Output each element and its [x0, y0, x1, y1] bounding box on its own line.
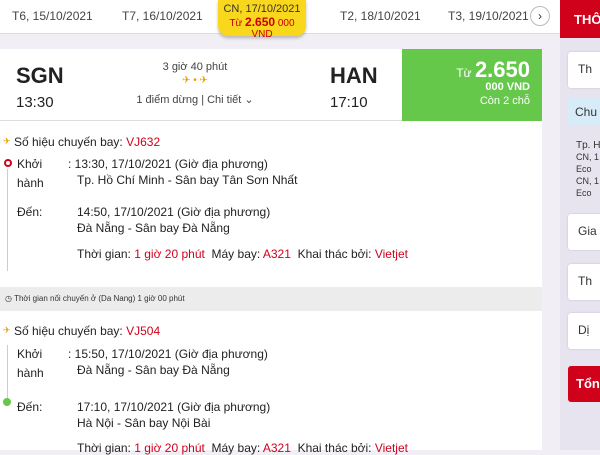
panel-section-title: Chu — [568, 98, 600, 126]
depart-marker-icon — [4, 159, 12, 167]
panel-total: Tổng — [568, 366, 600, 402]
flight-number-row: Số hiệu chuyến bay: VJ632 — [14, 135, 161, 149]
arrive-label: Đến: — [17, 205, 43, 219]
connection-info: ◷ Thời gian nối chuyến ở (Da Nang) 1 giờ… — [0, 287, 542, 311]
price-box[interactable]: Từ 2.650 000 VND Còn 2 chỗ — [402, 49, 542, 121]
panel-field[interactable]: Gia — [568, 214, 600, 250]
chevron-right-icon[interactable]: › — [530, 6, 550, 26]
flight-info-row: Thời gian: 1 giờ 20 phút Máy bay: A321 K… — [77, 441, 408, 455]
date-bar: T6, 15/10/2021 T7, 16/10/2021 T2, 18/10/… — [0, 0, 560, 40]
plane-icon: ✈ — [3, 325, 11, 335]
flight-detail: ✈ Số hiệu chuyến bay: VJ632 Khởi hành : … — [0, 121, 542, 455]
depart-place: Đà Nẵng - Sân bay Đà Nẵng — [77, 363, 230, 377]
depart-time: : 15:50, 17/10/2021 (Giờ địa phương) — [68, 347, 268, 361]
date-tab[interactable]: T2, 18/10/2021 — [340, 9, 421, 23]
timeline-line — [7, 345, 8, 401]
date-tab-selected[interactable]: CN, 17/10/2021 Từ 2.650 000 VND — [218, 0, 306, 40]
arrive-time: 17:10, 17/10/2021 (Giờ địa phương) — [77, 400, 271, 414]
price-value: 2.650 — [474, 57, 530, 82]
destination-code: HAN — [330, 63, 378, 88]
flight-info-row: Thời gian: 1 giờ 20 phút Máy bay: A321 K… — [77, 247, 408, 261]
seats-left: Còn 2 chỗ — [479, 95, 530, 107]
depart-place: Tp. Hồ Chí Minh - Sân bay Tân Sơn Nhất — [77, 173, 298, 187]
selected-price: Từ 2.650 000 VND — [229, 15, 295, 40]
destination-time: 17:10 — [330, 94, 368, 111]
stops-detail-link[interactable]: 1 điểm dừng | Chi tiết ⌄ — [130, 93, 260, 106]
panel-field[interactable]: Th — [568, 264, 600, 300]
clock-icon: ◷ — [5, 294, 12, 303]
chevron-down-icon: ⌄ — [244, 94, 254, 106]
arrive-time: 14:50, 17/10/2021 (Giờ địa phương) — [77, 205, 271, 219]
panel-text: Eco — [576, 188, 592, 198]
date-tab[interactable]: T7, 16/10/2021 — [122, 9, 203, 23]
flight-summary-card[interactable]: SGN 13:30 3 giờ 40 phút ✈ • ✈ 1 điểm dừn… — [0, 49, 542, 121]
arrive-place: Đà Nẵng - Sân bay Đà Nẵng — [77, 221, 230, 235]
route-planes-icon: ✈ • ✈ — [182, 75, 208, 86]
date-tab[interactable]: T3, 19/10/2021 — [448, 9, 529, 23]
panel-text: CN, 1 — [576, 152, 600, 162]
panel-field[interactable]: Dị — [568, 313, 600, 349]
depart-label: Khởi — [17, 157, 43, 171]
panel-field[interactable]: Th — [568, 52, 600, 88]
origin-code: SGN — [16, 63, 64, 88]
arrive-marker-icon — [3, 398, 11, 406]
panel-text: CN, 1 — [576, 176, 600, 186]
arrive-place: Hà Nội - Sân bay Nội Bài — [77, 416, 211, 430]
price-prefix: Từ — [456, 66, 472, 80]
plane-icon: ✈ — [3, 136, 11, 146]
selected-date: CN, 17/10/2021 — [223, 3, 301, 15]
depart-label: Khởi — [17, 347, 43, 361]
panel-header: THÔ — [560, 0, 600, 38]
flight-duration: 3 giờ 40 phút — [162, 61, 228, 73]
arrive-label: Đến: — [17, 400, 43, 414]
depart-time: : 13:30, 17/10/2021 (Giờ địa phương) — [68, 157, 268, 171]
panel-route: Tp. H — [576, 140, 600, 151]
panel-text: Eco — [576, 164, 592, 174]
flight-number-row: Số hiệu chuyến bay: VJ504 — [14, 324, 161, 338]
origin-time: 13:30 — [16, 94, 54, 111]
depart-label: hành — [17, 366, 44, 380]
depart-label: hành — [17, 176, 44, 190]
timeline-line — [7, 169, 8, 271]
date-tab[interactable]: T6, 15/10/2021 — [12, 9, 93, 23]
booking-summary-panel: THÔ Th Chu Tp. H CN, 1 Eco CN, 1 Eco Gia… — [560, 0, 600, 450]
